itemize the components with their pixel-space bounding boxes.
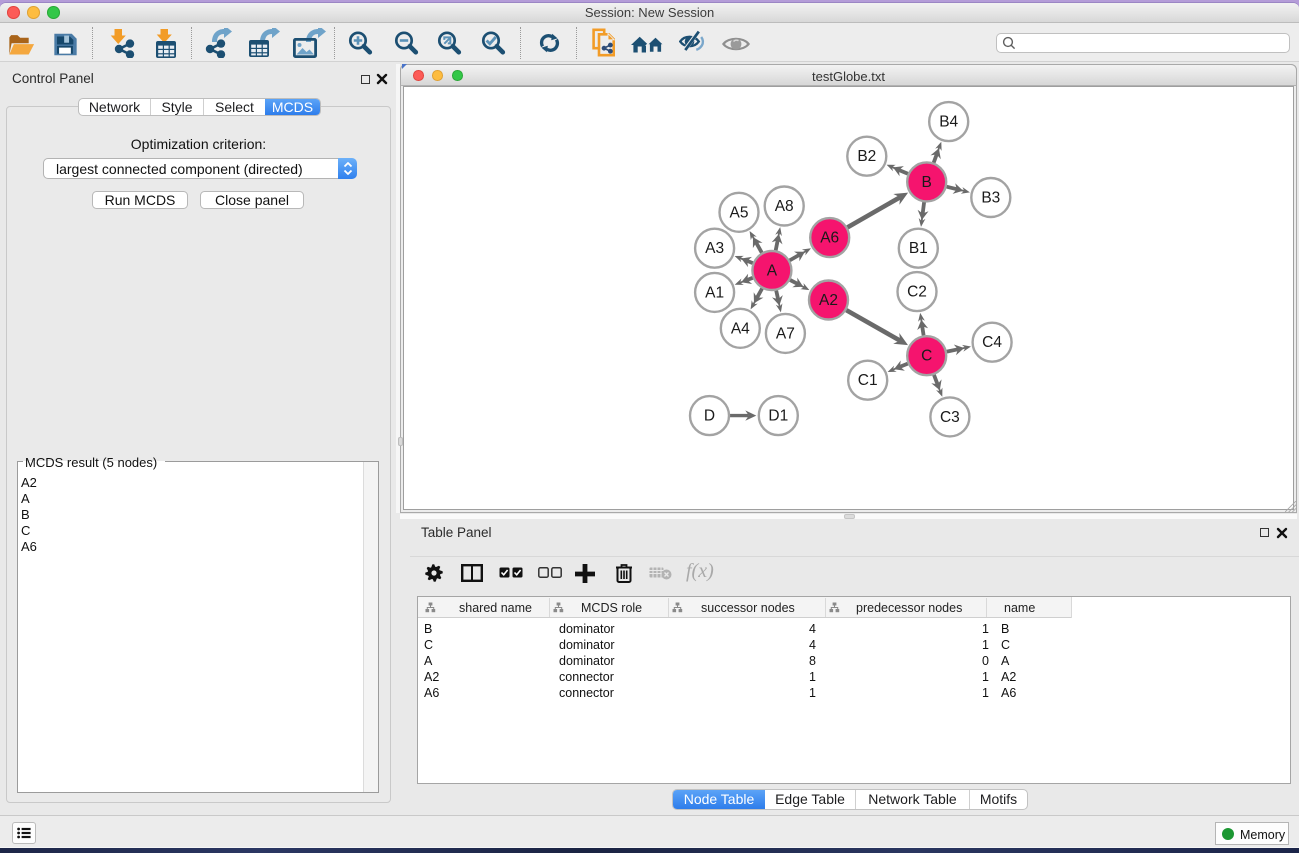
svg-text:B3: B3: [981, 190, 1000, 207]
svg-text:A8: A8: [775, 198, 794, 215]
svg-text:C3: C3: [940, 409, 960, 426]
svg-text:A4: A4: [731, 320, 750, 337]
svg-text:C4: C4: [982, 334, 1002, 351]
svg-text:A7: A7: [776, 325, 795, 342]
svg-text:A3: A3: [705, 240, 724, 257]
svg-text:A1: A1: [705, 284, 724, 301]
svg-text:A2: A2: [819, 292, 838, 309]
svg-text:D1: D1: [768, 408, 788, 425]
svg-text:B1: B1: [909, 240, 928, 257]
svg-text:A5: A5: [730, 204, 749, 221]
svg-text:D: D: [704, 408, 715, 425]
svg-text:B4: B4: [939, 114, 958, 131]
svg-text:B: B: [922, 174, 932, 191]
svg-text:A6: A6: [820, 230, 839, 247]
svg-text:B2: B2: [857, 148, 876, 165]
svg-text:C2: C2: [907, 284, 927, 301]
svg-text:C1: C1: [858, 372, 878, 389]
svg-text:A: A: [767, 263, 778, 280]
svg-text:C: C: [921, 348, 932, 365]
